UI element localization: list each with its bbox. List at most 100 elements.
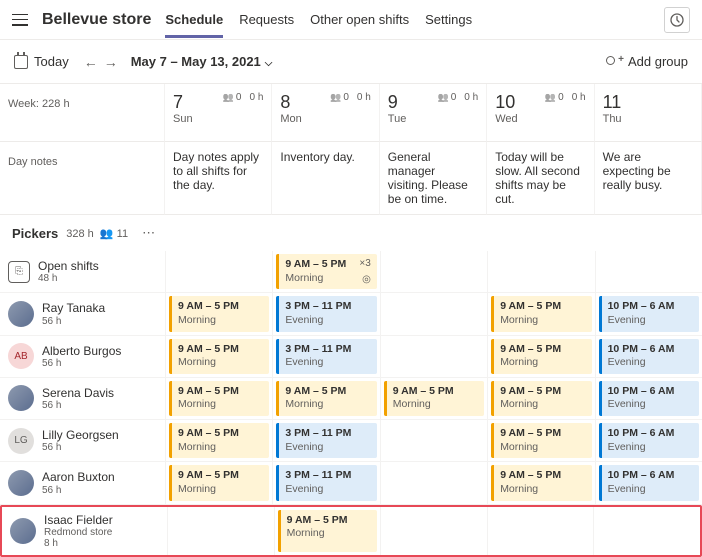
shift-morning[interactable]: 9 AM – 5 PMMorning bbox=[278, 510, 378, 552]
open-shifts-row[interactable]: ⎘ Open shifts48 h bbox=[0, 251, 165, 293]
avatar: AB bbox=[8, 343, 34, 369]
shift-morning[interactable]: 9 AM – 5 PMMorning bbox=[491, 381, 591, 416]
schedule-cell[interactable] bbox=[487, 507, 594, 555]
schedule-cell[interactable] bbox=[593, 507, 700, 555]
shift-morning[interactable]: 9 AM – 5 PMMorning bbox=[491, 423, 591, 458]
person-row-isaac[interactable]: Isaac FielderRedmond store8 h bbox=[2, 507, 167, 555]
shift-evening[interactable]: 3 PM – 11 PMEvening bbox=[276, 296, 376, 331]
shift-morning[interactable]: 9 AM – 5 PMMorning bbox=[169, 381, 269, 416]
shift-evening[interactable]: 10 PM – 6 AMEvening bbox=[599, 423, 699, 458]
shift-morning[interactable]: 9 AM – 5 PMMorning bbox=[169, 423, 269, 458]
schedule-cell[interactable] bbox=[380, 293, 487, 335]
schedule-cell[interactable]: 10 PM – 6 AMEvening bbox=[595, 293, 702, 335]
schedule-cell[interactable]: 3 PM – 11 PMEvening bbox=[272, 462, 379, 504]
shift-evening[interactable]: 10 PM – 6 AMEvening bbox=[599, 381, 699, 416]
shift-morning[interactable]: 9 AM – 5 PMMorning bbox=[491, 296, 591, 331]
day-note[interactable]: Today will be slow. All second shifts ma… bbox=[487, 142, 594, 215]
schedule-cell[interactable]: 9 AM – 5 PMMorning bbox=[487, 293, 594, 335]
day-header-Sun[interactable]: 7Sun 00 h bbox=[165, 84, 272, 142]
schedule-cell[interactable]: 9 AM – 5 PMMorning bbox=[165, 336, 272, 378]
schedule-cell[interactable]: 10 PM – 6 AMEvening bbox=[595, 462, 702, 504]
shift-evening[interactable]: 10 PM – 6 AMEvening bbox=[599, 465, 699, 500]
person-row-serena[interactable]: Serena Davis56 h bbox=[0, 378, 165, 420]
avatar: LG bbox=[8, 428, 34, 454]
schedule-cell[interactable] bbox=[380, 420, 487, 462]
prev-week[interactable]: ← bbox=[81, 54, 101, 70]
person-row-ray[interactable]: Ray Tanaka56 h bbox=[0, 293, 165, 335]
schedule-cell[interactable]: 3 PM – 11 PMEvening bbox=[272, 420, 379, 462]
store-title: Bellevue store bbox=[42, 11, 151, 29]
schedule-cell[interactable]: 9 AM – 5 PMMorning bbox=[274, 507, 381, 555]
schedule-cell[interactable]: 10 PM – 6 AMEvening bbox=[595, 336, 702, 378]
group-more-icon[interactable]: ⋯ bbox=[142, 225, 157, 241]
schedule-cell[interactable] bbox=[167, 507, 274, 555]
shared-shift-row: Isaac FielderRedmond store8 h 9 AM – 5 PM… bbox=[0, 505, 702, 557]
shift-morning[interactable]: 9 AM – 5 PMMorning bbox=[384, 381, 484, 416]
shift-evening[interactable]: 10 PM – 6 AMEvening bbox=[599, 296, 699, 331]
shift-evening[interactable]: 10 PM – 6 AMEvening bbox=[599, 339, 699, 374]
shift-morning[interactable]: 9 AM – 5 PMMorning bbox=[169, 296, 269, 331]
shift-morning[interactable]: 9 AM – 5 PMMorning bbox=[169, 339, 269, 374]
open-shift-card[interactable]: 9 AM – 5 PMMorning×3◎ bbox=[276, 254, 376, 289]
schedule-cell[interactable] bbox=[380, 507, 487, 555]
day-note[interactable]: Inventory day. bbox=[272, 142, 379, 215]
people-plus-icon bbox=[606, 56, 622, 68]
empty-cell[interactable] bbox=[380, 251, 487, 293]
schedule-cell[interactable] bbox=[380, 336, 487, 378]
day-header-Thu[interactable]: 11Thu bbox=[595, 84, 702, 142]
day-note[interactable]: General manager visiting. Please be on t… bbox=[380, 142, 487, 215]
add-group-button[interactable]: Add group bbox=[606, 54, 688, 69]
shift-evening[interactable]: 3 PM – 11 PMEvening bbox=[276, 339, 376, 374]
schedule-cell[interactable] bbox=[380, 462, 487, 504]
schedule-cell[interactable]: 10 PM – 6 AMEvening bbox=[595, 378, 702, 420]
clock-icon[interactable] bbox=[664, 7, 690, 33]
person-row-aaron[interactable]: Aaron Buxton56 h bbox=[0, 462, 165, 504]
empty-cell[interactable] bbox=[595, 251, 702, 293]
tab-schedule[interactable]: Schedule bbox=[165, 2, 223, 38]
empty-cell[interactable] bbox=[165, 251, 272, 293]
schedule-cell[interactable]: 10 PM – 6 AMEvening bbox=[595, 420, 702, 462]
open-shift-icon: ⎘ bbox=[8, 261, 30, 283]
schedule-cell[interactable]: 9 AM – 5 PMMorning bbox=[487, 420, 594, 462]
avatar bbox=[8, 470, 34, 496]
hamburger-menu[interactable] bbox=[12, 14, 28, 26]
schedule-cell[interactable]: 9 AM – 5 PMMorning bbox=[165, 420, 272, 462]
shift-evening[interactable]: 3 PM – 11 PMEvening bbox=[276, 423, 376, 458]
avatar bbox=[8, 301, 34, 327]
day-header-Mon[interactable]: 8Mon 00 h bbox=[272, 84, 379, 142]
today-button[interactable]: Today bbox=[34, 54, 69, 69]
next-week[interactable]: → bbox=[101, 54, 121, 70]
date-range-picker[interactable]: May 7 – May 13, 2021⌵ bbox=[131, 54, 273, 69]
shift-morning[interactable]: 9 AM – 5 PMMorning bbox=[276, 381, 376, 416]
schedule-cell[interactable]: 9 AM – 5 PMMorning bbox=[487, 336, 594, 378]
tab-open-shifts[interactable]: Other open shifts bbox=[310, 2, 409, 38]
schedule-cell[interactable]: 9 AM – 5 PMMorning bbox=[380, 378, 487, 420]
schedule-cell[interactable]: 9 AM – 5 PMMorning bbox=[165, 378, 272, 420]
empty-cell[interactable] bbox=[487, 251, 594, 293]
shift-evening[interactable]: 3 PM – 11 PMEvening bbox=[276, 465, 376, 500]
shift-morning[interactable]: 9 AM – 5 PMMorning bbox=[491, 465, 591, 500]
person-row-lilly[interactable]: LG Lilly Georgsen56 h bbox=[0, 420, 165, 462]
calendar-icon bbox=[14, 55, 28, 69]
week-summary: Week: 228 h bbox=[0, 84, 165, 142]
day-header-Wed[interactable]: 10Wed 00 h bbox=[487, 84, 594, 142]
schedule-cell[interactable]: 3 PM – 11 PMEvening bbox=[272, 293, 379, 335]
schedule-cell[interactable]: 3 PM – 11 PMEvening bbox=[272, 336, 379, 378]
schedule-cell[interactable]: 9 AM – 5 PMMorning bbox=[165, 293, 272, 335]
schedule-cell[interactable]: 9 AM – 5 PMMorning bbox=[165, 462, 272, 504]
tab-requests[interactable]: Requests bbox=[239, 2, 294, 38]
schedule-cell[interactable]: 9 AM – 5 PMMorning bbox=[272, 378, 379, 420]
schedule-cell[interactable]: 9 AM – 5 PMMorning bbox=[487, 378, 594, 420]
shift-morning[interactable]: 9 AM – 5 PMMorning bbox=[169, 465, 269, 500]
tab-settings[interactable]: Settings bbox=[425, 2, 472, 38]
person-row-alberto[interactable]: AB Alberto Burgos56 h bbox=[0, 336, 165, 378]
day-header-Tue[interactable]: 9Tue 00 h bbox=[380, 84, 487, 142]
shift-morning[interactable]: 9 AM – 5 PMMorning bbox=[491, 339, 591, 374]
group-header-pickers[interactable]: Pickers328 h 👥 11 ⋯ bbox=[0, 215, 702, 251]
schedule-cell[interactable]: 9 AM – 5 PMMorning bbox=[487, 462, 594, 504]
chevron-down-icon: ⌵ bbox=[265, 58, 273, 69]
tabs: Schedule Requests Other open shifts Sett… bbox=[165, 2, 472, 38]
pin-icon: ◎ bbox=[362, 273, 371, 286]
day-note[interactable]: Day notes apply to all shifts for the da… bbox=[165, 142, 272, 215]
day-note[interactable]: We are expecting be really busy. bbox=[595, 142, 702, 215]
